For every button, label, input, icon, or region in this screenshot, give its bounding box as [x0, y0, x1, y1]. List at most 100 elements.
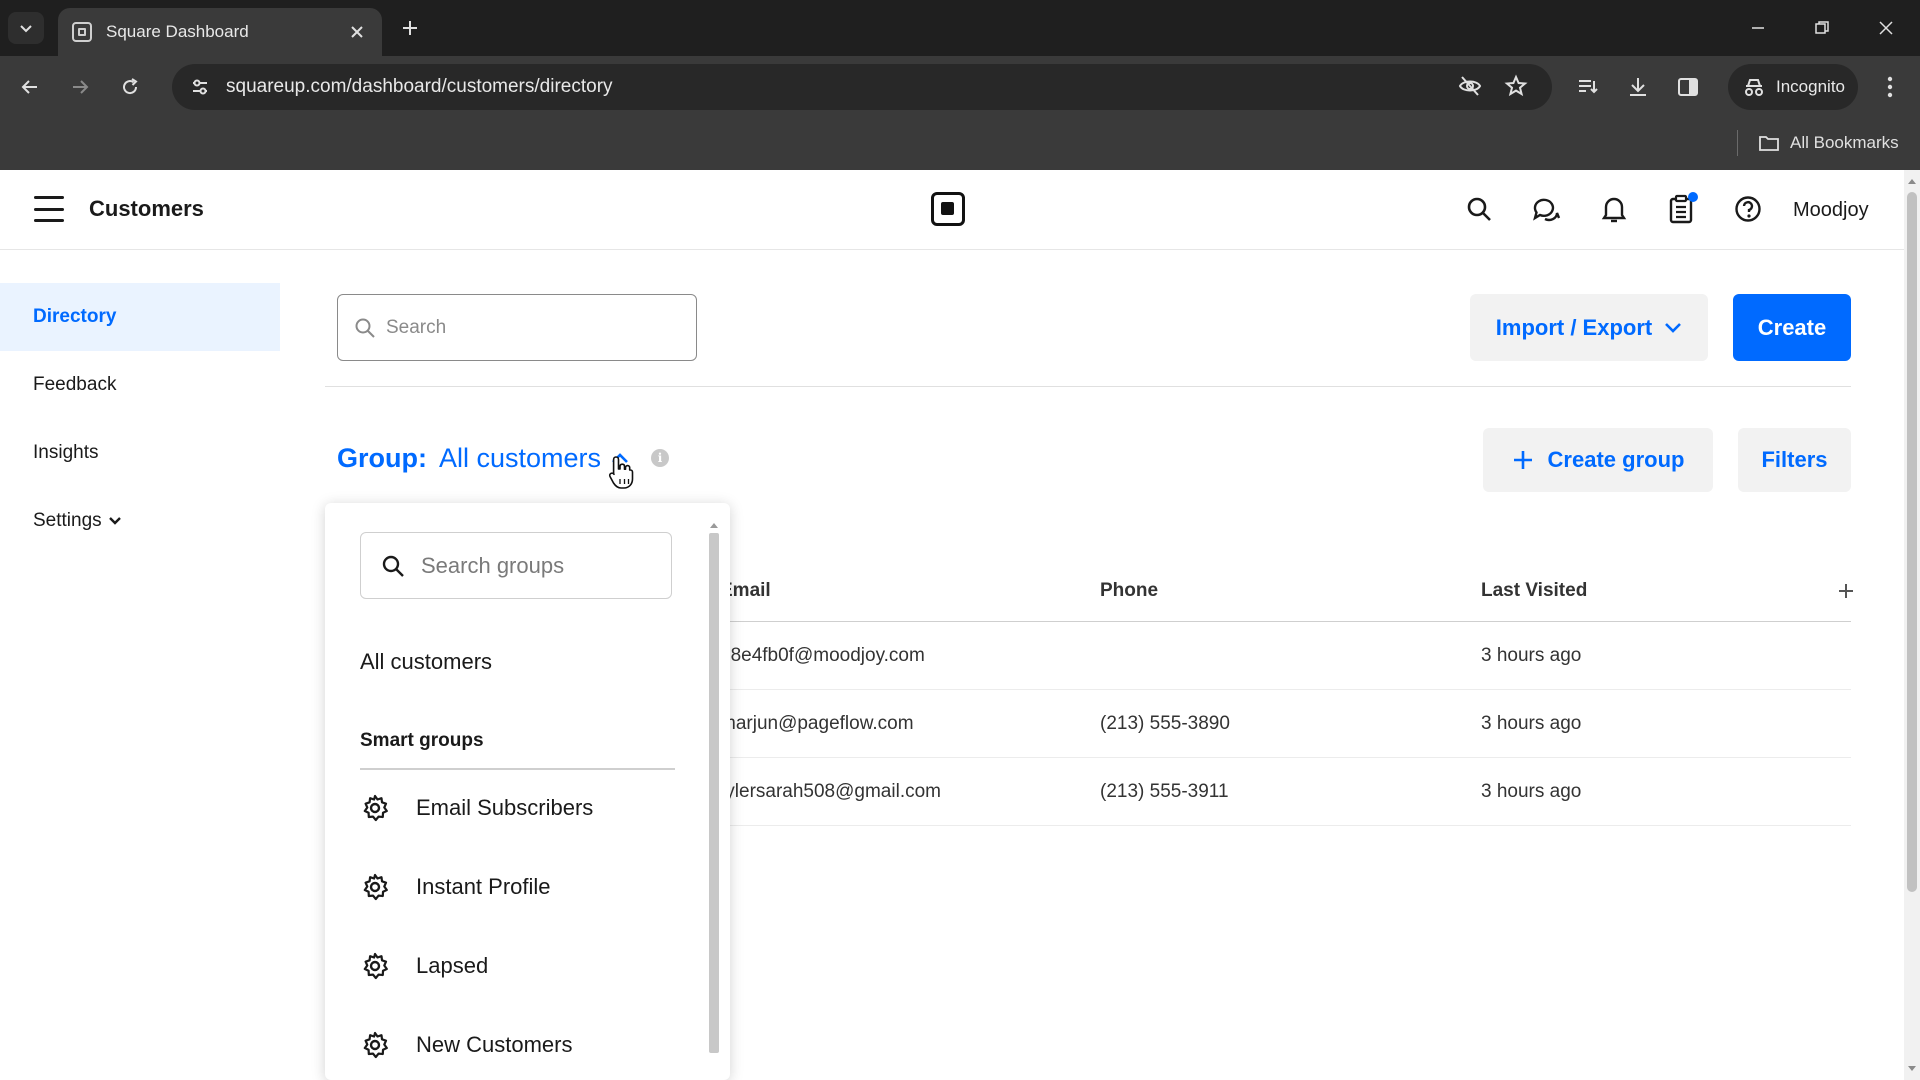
back-button[interactable] [14, 71, 46, 103]
folder-icon [1759, 136, 1779, 151]
side-panel-icon[interactable] [1672, 71, 1704, 103]
sidebar-item-feedback[interactable]: Feedback [0, 351, 280, 419]
messages-icon[interactable] [1529, 192, 1563, 226]
cell-email: 38e4fb0f@moodjoy.com [720, 645, 925, 666]
dropdown-scrollbar[interactable] [707, 521, 721, 1061]
all-bookmarks-button[interactable]: All Bookmarks [1758, 130, 1899, 156]
browser-tabstrip: Square Dashboard [0, 0, 1920, 56]
search-icon[interactable] [1462, 192, 1496, 226]
tasks-clipboard-icon[interactable] [1664, 192, 1698, 226]
download-icon[interactable] [1622, 71, 1654, 103]
eye-off-icon[interactable] [1454, 70, 1486, 102]
browser-menu-button[interactable] [1874, 71, 1906, 103]
sidebar-item-label: Directory [33, 306, 117, 327]
customer-search-input[interactable] [386, 316, 666, 339]
restore-icon [1815, 21, 1829, 34]
filters-label: Filters [1761, 447, 1828, 472]
sidebar-item-label: Settings [33, 510, 102, 531]
page-scrollbar-thumb[interactable] [1907, 192, 1917, 892]
create-customer-button[interactable]: Create [1733, 294, 1851, 361]
page-scrollbar[interactable] [1904, 170, 1920, 1080]
group-value[interactable]: All customers [439, 443, 601, 474]
address-url: squareup.com/dashboard/customers/directo… [226, 76, 613, 97]
minimize-icon [1752, 27, 1764, 29]
group-option-lapsed[interactable]: Lapsed [360, 946, 488, 986]
address-bar[interactable]: squareup.com/dashboard/customers/directo… [172, 64, 1552, 110]
gear-icon [363, 1031, 388, 1059]
group-option-label: Lapsed [416, 953, 489, 978]
hand-cursor-icon [608, 456, 634, 489]
sidebar-item-label: Feedback [33, 374, 117, 395]
group-option-label: Email Subscribers [416, 795, 594, 820]
sidebar-item-directory[interactable]: Directory [0, 283, 280, 351]
help-icon[interactable] [1731, 192, 1765, 226]
group-option-all-customers[interactable]: All customers [360, 649, 492, 675]
filters-button[interactable]: Filters [1738, 428, 1851, 492]
close-tab-icon[interactable] [346, 21, 368, 43]
section-divider [325, 386, 1851, 387]
tab-search-button[interactable] [8, 12, 44, 44]
group-option-new-customers[interactable]: New Customers [360, 1025, 572, 1065]
menu-icon[interactable] [34, 196, 64, 222]
forward-button[interactable] [64, 71, 96, 103]
import-export-button[interactable]: Import / Export [1470, 294, 1708, 361]
gear-icon [363, 952, 388, 980]
incognito-icon [1745, 79, 1763, 96]
group-option-label: New Customers [416, 1032, 573, 1057]
column-header-phone[interactable]: Phone [1100, 580, 1158, 602]
close-window-button[interactable] [1868, 10, 1904, 46]
scroll-up-arrow-icon[interactable] [709, 521, 719, 529]
bookmark-star-icon[interactable] [1500, 70, 1532, 102]
scroll-down-arrow-icon[interactable] [1907, 1064, 1917, 1074]
info-icon[interactable]: i [651, 449, 670, 467]
reading-list-icon[interactable] [1572, 71, 1604, 103]
cell-email: tylersarah508@gmail.com [720, 781, 941, 802]
minimize-button[interactable] [1740, 10, 1776, 46]
restore-button[interactable] [1804, 10, 1840, 46]
create-group-button[interactable]: Create group [1483, 428, 1713, 492]
sidebar-item-settings[interactable]: Settings [0, 487, 280, 555]
site-settings-icon[interactable] [186, 73, 214, 101]
search-icon [382, 555, 404, 577]
cell-email: marjun@pageflow.com [720, 713, 914, 734]
group-option-instant-profile[interactable]: Instant Profile [360, 867, 551, 907]
cell-phone: (213) 555-3890 [1100, 713, 1230, 734]
all-bookmarks-label: All Bookmarks [1790, 133, 1899, 152]
add-column-icon[interactable] [1835, 580, 1857, 602]
arrow-left-icon [21, 80, 37, 94]
group-search-field[interactable] [360, 532, 672, 599]
group-option-label: Instant Profile [416, 874, 551, 899]
browser-tab-title: Square Dashboard [106, 22, 249, 41]
notifications-bell-icon[interactable] [1597, 192, 1631, 226]
browser-tab[interactable]: Square Dashboard [58, 8, 382, 56]
more-vertical-icon [1887, 76, 1893, 98]
dropdown-scrollbar-thumb[interactable] [709, 533, 719, 1053]
group-option-email-subscribers[interactable]: Email Subscribers [360, 788, 593, 828]
account-menu[interactable]: Moodjoy [1793, 199, 1869, 222]
smart-groups-heading: Smart groups [360, 730, 484, 751]
bookmarks-bar: All Bookmarks [0, 118, 1920, 170]
chevron-down-icon [20, 25, 32, 33]
cell-phone: (213) 555-3911 [1100, 781, 1229, 802]
notification-dot [1688, 192, 1698, 202]
plus-icon [403, 21, 417, 35]
group-search-input[interactable] [421, 552, 641, 579]
cell-last-visited: 3 hours ago [1481, 713, 1582, 734]
column-header-last-visited[interactable]: Last Visited [1481, 580, 1587, 602]
plus-icon [1513, 451, 1532, 469]
customer-search-field[interactable] [337, 294, 697, 361]
browser-toolbar: squareup.com/dashboard/customers/directo… [0, 56, 1920, 118]
cell-last-visited: 3 hours ago [1481, 645, 1582, 666]
square-logo-icon[interactable] [931, 192, 965, 226]
incognito-indicator[interactable]: Incognito [1728, 64, 1858, 110]
reload-button[interactable] [114, 71, 146, 103]
square-favicon-icon [72, 22, 92, 42]
bookmarks-separator [1737, 130, 1738, 156]
app-header: Customers Moodjoy [0, 170, 1904, 250]
new-tab-button[interactable] [396, 14, 424, 42]
scroll-up-arrow-icon[interactable] [1907, 176, 1917, 186]
sidebar: Directory Feedback Insights Settings [0, 250, 280, 1080]
sidebar-item-insights[interactable]: Insights [0, 419, 280, 487]
group-dropdown: All customers Smart groups Email Subscri… [325, 503, 730, 1080]
import-export-label: Import / Export [1495, 314, 1653, 340]
